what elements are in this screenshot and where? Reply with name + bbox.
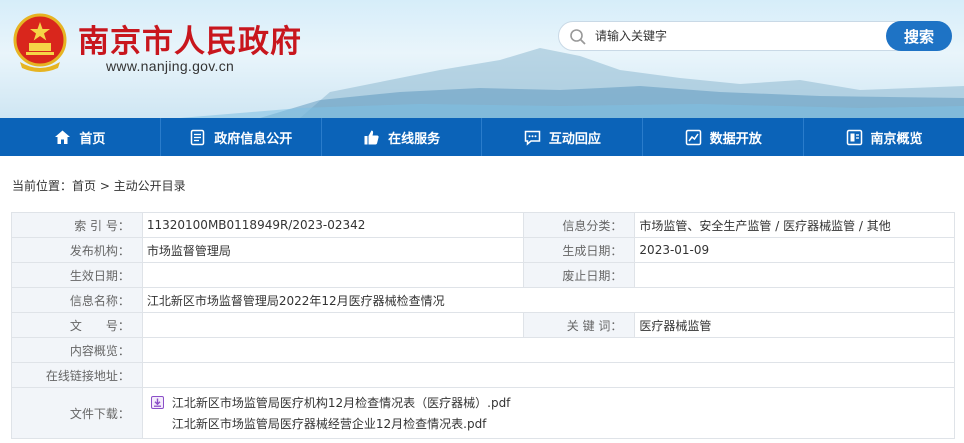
- search-button[interactable]: 搜索: [886, 21, 952, 51]
- publisher-label: 发布机构：: [11, 237, 143, 263]
- table-row: 文 号： 关 键 词： 医疗器械监管: [11, 312, 955, 338]
- nav-label: 数据开放: [709, 131, 762, 147]
- summary-value: [141, 337, 956, 363]
- nav-item-open-data[interactable]: 数据开放: [643, 118, 805, 156]
- publisher-value: 市场监督管理局: [141, 237, 524, 263]
- nav-item-interaction[interactable]: 互动回应: [482, 118, 644, 156]
- info-name-value: 江北新区市场监督管理局2022年12月医疗器械检查情况: [141, 287, 956, 313]
- doc-number-label: 文 号：: [11, 312, 143, 338]
- nav-item-nanjing-overview[interactable]: 南京概览: [804, 118, 964, 156]
- file-link[interactable]: 江北新区市场监管局医疗器械经营企业12月检查情况表.pdf: [172, 415, 487, 432]
- table-row: 生效日期： 废止日期：: [11, 262, 955, 288]
- nav-item-gov-info[interactable]: 政府信息公开: [161, 118, 322, 156]
- effective-date-label: 生效日期：: [11, 262, 143, 288]
- nav-item-home[interactable]: 首页: [0, 118, 161, 156]
- doc-number-value: [141, 312, 524, 338]
- national-emblem-icon: [13, 13, 67, 72]
- chat-icon: [524, 130, 541, 146]
- thumbs-up-icon: [364, 130, 379, 144]
- expiry-date-value: [634, 262, 955, 288]
- search-box: 搜索: [558, 21, 952, 51]
- file-download-label: 文件下载：: [11, 387, 143, 439]
- chart-icon: [685, 129, 701, 145]
- nav-label: 政府信息公开: [214, 131, 293, 147]
- file-item: 江北新区市场监管局医疗机构12月检查情况表（医疗器械）.pdf: [147, 392, 950, 413]
- search-input[interactable]: [595, 25, 885, 47]
- file-download-list: 江北新区市场监管局医疗机构12月检查情况表（医疗器械）.pdf 江北新区市场监管…: [141, 387, 956, 439]
- info-name-label: 信息名称：: [11, 287, 143, 313]
- info-icon: [846, 129, 862, 145]
- info-metadata-table: 索 引 号： 11320100MB0118949R/2023-02342 信息分…: [11, 212, 956, 439]
- nav-item-online-service[interactable]: 在线服务: [322, 118, 483, 156]
- site-header: 南京市人民政府 www.nanjing.gov.cn 搜索: [0, 0, 964, 118]
- site-url: www.nanjing.gov.cn: [106, 58, 235, 74]
- nav-label: 南京概览: [870, 131, 923, 147]
- file-item: 江北新区市场监管局医疗器械经营企业12月检查情况表.pdf: [147, 413, 950, 434]
- expiry-date-label: 废止日期：: [522, 262, 636, 288]
- online-link-label: 在线链接地址：: [11, 362, 143, 388]
- document-icon: [190, 129, 205, 145]
- summary-label: 内容概览：: [11, 337, 143, 363]
- online-link-value: [141, 362, 956, 388]
- category-label: 信息分类：: [522, 212, 636, 238]
- download-icon: [150, 396, 164, 409]
- category-value: 市场监管、安全生产监管 / 医疗器械监管 / 其他: [634, 212, 955, 238]
- breadcrumb: 当前位置：首页 > 主动公开目录: [12, 179, 186, 193]
- main-nav: 首页 政府信息公开 在线服务 互动回应 数据开放 南京概览: [0, 118, 964, 156]
- index-label: 索 引 号：: [11, 212, 143, 238]
- table-row: 在线链接地址：: [11, 362, 956, 388]
- table-row: 文件下载： 江北新区市场监管局医疗机构12月检查情况表（医疗器械）.pdf 江北…: [11, 387, 956, 439]
- nav-label: 互动回应: [548, 131, 601, 147]
- effective-date-value: [141, 262, 524, 288]
- keywords-value: 医疗器械监管: [634, 312, 955, 338]
- index-value: 11320100MB0118949R/2023-02342: [141, 212, 524, 238]
- created-date-value: 2023-01-09: [634, 237, 955, 263]
- search-icon: [570, 29, 586, 45]
- table-row: 索 引 号： 11320100MB0118949R/2023-02342 信息分…: [11, 212, 955, 238]
- table-row: 发布机构： 市场监督管理局 生成日期： 2023-01-09: [11, 237, 955, 263]
- keywords-label: 关 键 词：: [522, 312, 636, 338]
- nav-label: 首页: [79, 131, 106, 147]
- created-date-label: 生成日期：: [522, 237, 636, 263]
- table-row: 信息名称： 江北新区市场监督管理局2022年12月医疗器械检查情况: [11, 287, 956, 313]
- table-row: 内容概览：: [11, 337, 956, 363]
- nav-label: 在线服务: [388, 131, 441, 147]
- home-icon: [55, 130, 71, 144]
- site-title: 南京市人民政府: [78, 24, 302, 60]
- file-link[interactable]: 江北新区市场监管局医疗机构12月检查情况表（医疗器械）.pdf: [172, 394, 511, 411]
